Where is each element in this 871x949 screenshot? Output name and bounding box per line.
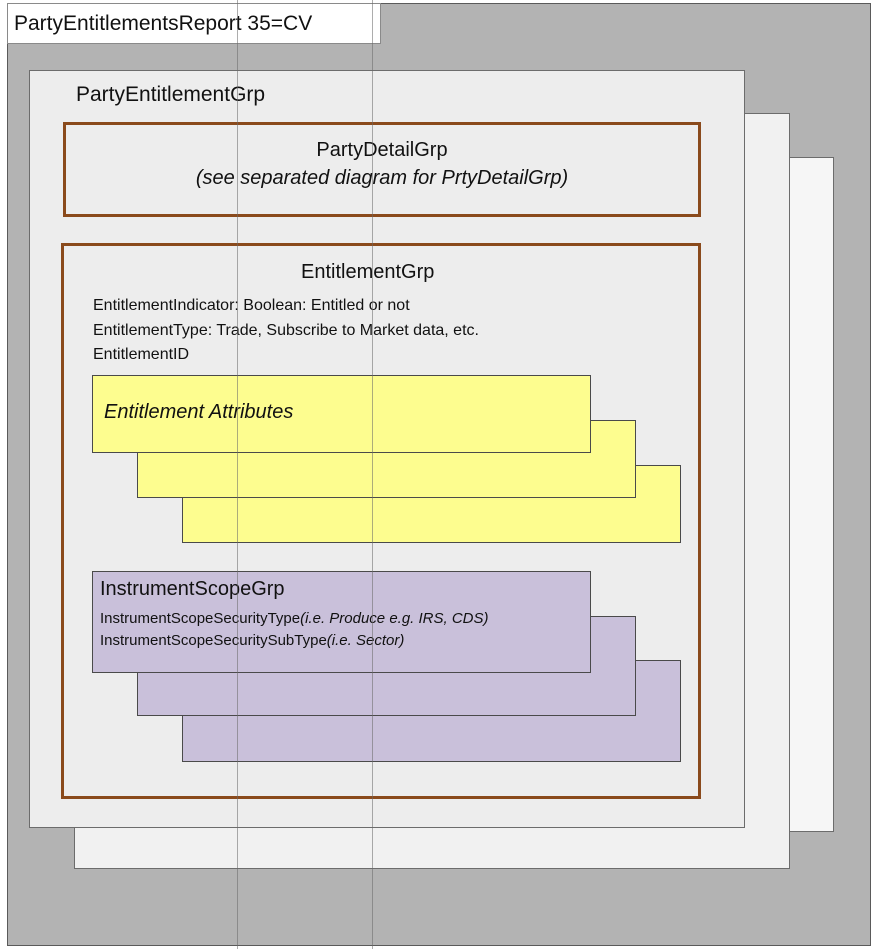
guide-line [372, 0, 373, 949]
guide-line [237, 0, 238, 949]
party-detail-grp-box: PartyDetailGrp (see separated diagram fo… [63, 122, 701, 217]
entitlement-field: EntitlementType: Trade, Subscribe to Mar… [93, 322, 479, 339]
instrument-scope-note: (i.e. Sector) [326, 632, 405, 649]
entitlement-attributes-label: Entitlement Attributes [104, 401, 294, 423]
instrument-scope-security-type-line: InstrumentScopeSecurityType(i.e. Produce… [100, 610, 489, 627]
instrument-scope-field: InstrumentScopeSecurityType [100, 610, 301, 627]
instrument-scope-security-subtype-line: InstrumentScopeSecuritySubType(i.e. Sect… [100, 632, 404, 649]
entitlement-grp-title: EntitlementGrp [301, 261, 435, 283]
entitlement-field: EntitlementID [93, 346, 190, 363]
instrument-scope-note: (i.e. Produce e.g. IRS, CDS) [300, 610, 489, 627]
party-detail-grp-note: (see separated diagram for PrtyDetailGrp… [195, 167, 569, 189]
instrument-scope-grp-title: InstrumentScopeGrp [100, 578, 285, 600]
entitlement-field: EntitlementIndicator: Boolean: Entitled … [93, 297, 410, 314]
report-tab-label: PartyEntitlementsReport 35=CV [7, 3, 381, 44]
instrument-scope-field: InstrumentScopeSecuritySubType [100, 632, 327, 649]
party-detail-grp-title: PartyDetailGrp [316, 139, 448, 161]
